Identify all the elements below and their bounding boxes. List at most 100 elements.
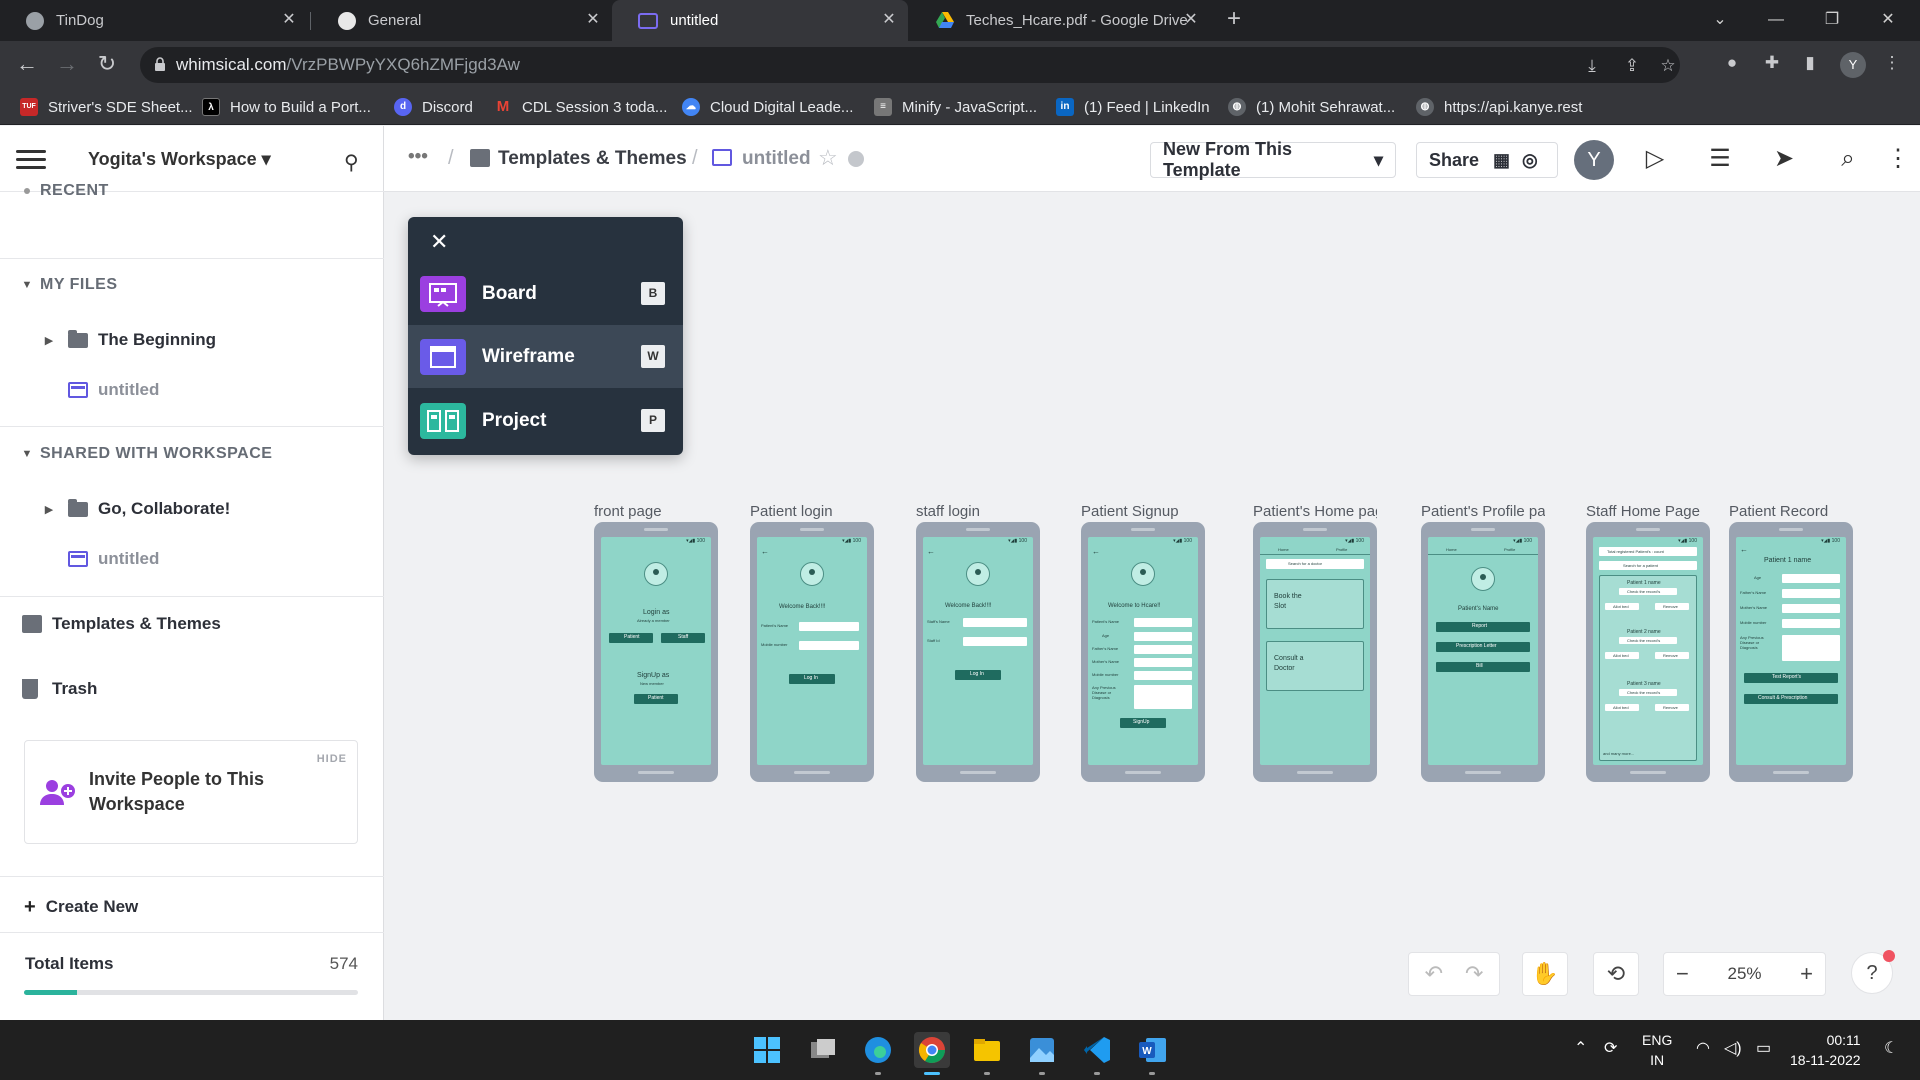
sidebar-item-templates[interactable]: Templates & Themes (0, 609, 384, 639)
close-tab-icon[interactable]: ✕ (584, 11, 602, 29)
wireframe-patient-signup[interactable]: ▾◢▮ 100 ← Welcome to Hcare!! Patient's N… (1081, 522, 1205, 782)
back-icon[interactable]: ← (14, 51, 40, 77)
new-from-template-button[interactable]: New From This Template ▾ (1150, 139, 1396, 180)
history-button[interactable]: ⟲ (1593, 952, 1639, 996)
zoom-in-button[interactable]: + (1800, 961, 1813, 987)
menu-item-wireframe[interactable]: Wireframe W (408, 325, 683, 388)
bookmark-item[interactable]: ◍ https://api.kanye.rest (1416, 97, 1582, 117)
undo-icon[interactable]: ↶ (1425, 961, 1443, 987)
share-button[interactable]: Share ▦ ◎ (1416, 142, 1558, 178)
zoom-level[interactable]: 25% (1727, 964, 1761, 984)
frame-label[interactable]: front page (594, 503, 718, 520)
close-icon[interactable]: ✕ (430, 229, 448, 255)
close-tab-icon[interactable]: ✕ (880, 11, 898, 29)
send-icon[interactable]: ➤ (1766, 141, 1802, 177)
pan-tool-button[interactable]: ✋ (1522, 952, 1568, 996)
focus-moon-icon[interactable]: ☾ (1884, 1038, 1898, 1058)
my-files-section[interactable]: ▼ MY FILES (0, 270, 384, 300)
volume-icon[interactable]: ◁) (1724, 1038, 1742, 1058)
frame-label[interactable]: Patient's Profile page (1421, 503, 1545, 520)
bookmark-item[interactable]: in (1) Feed | LinkedIn (1056, 97, 1210, 117)
frame-label[interactable]: staff login (916, 503, 1040, 520)
recent-section[interactable]: RECENT (0, 176, 384, 206)
chrome-menu-icon[interactable]: ⋮ (1882, 53, 1902, 73)
shared-section[interactable]: ▼ SHARED WITH WORKSPACE (0, 439, 384, 469)
file-explorer-icon[interactable] (969, 1032, 1005, 1068)
sidebar-item-untitled-shared[interactable]: untitled (0, 544, 384, 574)
task-view-icon[interactable] (805, 1032, 841, 1068)
invite-card[interactable]: HIDE Invite People to This Workspace (24, 740, 358, 844)
address-bar[interactable]: whimsical.com/VrzPBWPyYXQ6hZMFjgd3Aw ⤓ ⇪… (140, 47, 1680, 83)
chevron-up-icon[interactable]: ⌃ (1574, 1038, 1587, 1058)
wireframe-staff-home[interactable]: ▾◢▮ 100 Total registered Patient's : cou… (1586, 522, 1710, 782)
frame-label[interactable]: Patient's Home page (1253, 503, 1377, 520)
breadcrumb-templates[interactable]: Templates & Themes (498, 148, 687, 170)
forward-icon[interactable]: → (54, 51, 80, 77)
sidebar-item-trash[interactable]: Trash (0, 674, 384, 704)
collapse-sidebar-icon[interactable] (16, 150, 46, 170)
wireframe-patient-profile[interactable]: ▾◢▮ 100 Home Profile Patient's Name Repo… (1421, 522, 1545, 782)
redo-icon[interactable]: ↷ (1465, 961, 1483, 987)
present-icon[interactable]: ▷ (1637, 141, 1673, 177)
browser-tab-untitled[interactable]: untitled ✕ (612, 0, 908, 41)
wireframe-front-page[interactable]: ▾◢▮ 100 Login as Already a member Patien… (594, 522, 718, 782)
windows-start-icon[interactable] (749, 1032, 785, 1068)
bookmark-star-icon[interactable]: ☆ (1658, 56, 1678, 76)
menu-item-board[interactable]: Board B (408, 262, 683, 325)
frame-label[interactable]: Staff Home Page (1586, 503, 1710, 520)
extension-icon[interactable]: ● (1722, 53, 1742, 73)
wireframe-patient-login[interactable]: ▾◢▮ 100 ← Welcome Back!!!! Patient's Nam… (750, 522, 874, 782)
language-indicator[interactable]: ENG IN (1642, 1030, 1672, 1070)
clock[interactable]: 00:11 18-11-2022 (1790, 1030, 1861, 1070)
menu-item-project[interactable]: Project P (408, 389, 683, 452)
search-icon[interactable]: ⌕ (1830, 141, 1866, 177)
wireframe-staff-login[interactable]: ▾◢▮ 100 ← Welcome Back!!!! Staff's Name … (916, 522, 1040, 782)
workspace-switcher[interactable]: Yogita's Workspace ▾ (88, 149, 271, 170)
pin-icon[interactable]: ⚲ (344, 150, 359, 175)
minimize-button[interactable]: — (1748, 0, 1804, 41)
edge-icon[interactable] (860, 1032, 896, 1068)
sidebar-item-the-beginning[interactable]: ▶ The Beginning (0, 325, 384, 355)
reload-icon[interactable]: ↻ (94, 51, 120, 77)
install-app-icon[interactable]: ⤓ (1582, 56, 1602, 76)
close-window-button[interactable]: ✕ (1860, 0, 1916, 41)
browser-tab-tindog[interactable]: TinDog ✕ (0, 0, 308, 41)
sidebar-item-go-collaborate[interactable]: ▶ Go, Collaborate! (0, 494, 384, 524)
frame-label[interactable]: Patient login (750, 503, 874, 520)
sidebar-item-untitled[interactable]: untitled (0, 375, 384, 405)
bookmark-item[interactable]: ≡ Minify - JavaScript... (874, 97, 1037, 117)
breadcrumb-current[interactable]: untitled (742, 148, 811, 170)
bookmark-item[interactable]: M CDL Session 3 toda... (494, 97, 668, 117)
chrome-profile-avatar[interactable]: Y (1840, 52, 1866, 78)
sync-icon[interactable]: ⟳ (1604, 1038, 1617, 1058)
browser-tab-general[interactable]: General ✕ (312, 0, 612, 41)
browser-tab-google-drive[interactable]: Teches_Hcare.pdf - Google Drive ✕ (910, 0, 1210, 41)
side-panel-icon[interactable]: ▮ (1800, 53, 1820, 73)
bookmark-item[interactable]: ◍ (1) Mohit Sehrawat... (1228, 97, 1395, 117)
share-page-icon[interactable]: ⇪ (1622, 56, 1642, 76)
tab-search-icon[interactable]: ⌄ (1692, 0, 1748, 41)
chrome-icon[interactable] (914, 1032, 950, 1068)
word-icon[interactable]: W (1134, 1032, 1170, 1068)
hide-invite-button[interactable]: HIDE (317, 753, 347, 765)
new-tab-button[interactable]: + (1222, 7, 1246, 32)
more-menu-icon[interactable]: ⋮ (1880, 141, 1916, 177)
frame-label[interactable]: Patient Record (1729, 503, 1853, 520)
frame-label[interactable]: Patient Signup (1081, 503, 1205, 520)
close-tab-icon[interactable]: ✕ (280, 11, 298, 29)
photos-icon[interactable] (1024, 1032, 1060, 1068)
bookmark-item[interactable]: ☁ Cloud Digital Leade... (682, 97, 853, 117)
close-tab-icon[interactable]: ✕ (1182, 11, 1200, 29)
user-avatar[interactable]: Y (1574, 140, 1614, 180)
zoom-out-button[interactable]: − (1676, 961, 1689, 987)
battery-icon[interactable]: ▭ (1756, 1038, 1771, 1058)
extensions-puzzle-icon[interactable]: ✚ (1762, 53, 1782, 73)
bookmark-item[interactable]: λ How to Build a Port... (202, 97, 371, 117)
wifi-icon[interactable]: ◠ (1696, 1038, 1710, 1058)
comments-icon[interactable]: ☰ (1702, 141, 1738, 177)
bookmark-item[interactable]: d Discord (394, 97, 473, 117)
vscode-icon[interactable] (1079, 1032, 1115, 1068)
star-icon[interactable]: ☆ (818, 145, 838, 171)
wireframe-patient-home[interactable]: ▾◢▮ 100 Home Profile Search for a doctor… (1253, 522, 1377, 782)
more-breadcrumbs-button[interactable]: ••• (408, 146, 428, 168)
